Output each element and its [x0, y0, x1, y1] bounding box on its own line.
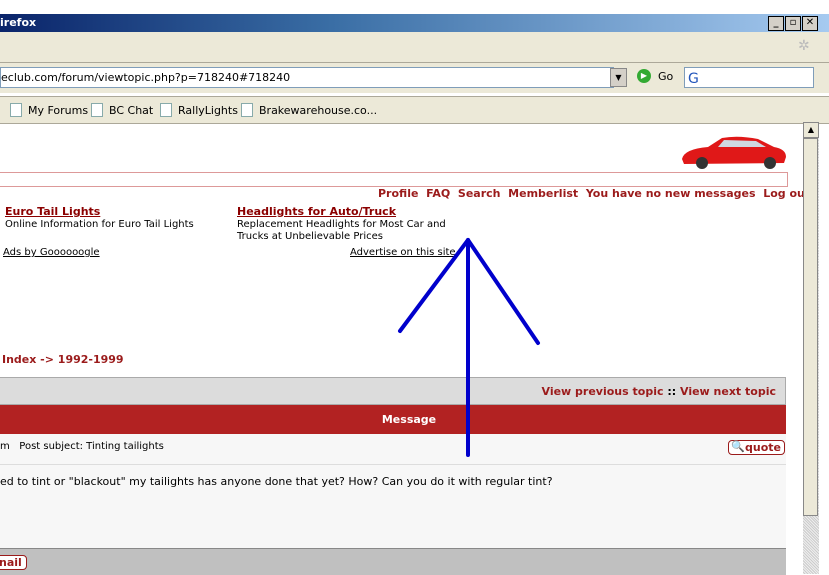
minimize-button[interactable]: _ — [768, 16, 784, 31]
breadcrumb[interactable]: Index -> 1992-1999 — [2, 353, 124, 366]
maximize-button[interactable]: ▫ — [785, 16, 801, 31]
advertise-link[interactable]: Advertise on this site — [350, 247, 456, 258]
go-button[interactable]: Go — [658, 70, 673, 83]
bookmark-item[interactable]: Brakewarehouse.co... — [241, 103, 377, 117]
url-dropdown-button[interactable]: ▼ — [610, 68, 627, 87]
page-icon — [91, 103, 103, 117]
post-meta-row: m Post subject: Tinting tailights 🔍 quote — [0, 434, 786, 465]
bookmark-item[interactable]: My Forums — [10, 103, 88, 117]
car-logo — [682, 136, 786, 169]
page-icon — [10, 103, 22, 117]
google-icon: G — [688, 71, 699, 87]
page-icon — [241, 103, 253, 117]
throbber-icon: ✲ — [798, 38, 810, 54]
ad-description: Online Information for Euro Tail Lights — [5, 219, 194, 230]
view-next-topic-link[interactable]: View next topic — [680, 385, 776, 398]
nav-messages[interactable]: You have no new messages — [586, 187, 756, 200]
email-button[interactable]: nail — [0, 555, 27, 570]
scrollbar-thumb[interactable] — [803, 138, 818, 516]
post-body: ed to tint or "blackout" my tailights ha… — [0, 465, 786, 548]
nav-memberlist[interactable]: Memberlist — [508, 187, 578, 200]
window-titlebar: irefox _ ▫ ✕ — [0, 14, 829, 32]
ads-by-link[interactable]: Ads by Goooooogle — [3, 247, 100, 258]
topic-nav-bar: View previous topic :: View next topic — [0, 377, 786, 405]
forum-nav: Profile FAQ Search Memberlist You have n… — [378, 187, 810, 200]
ad-title-link[interactable]: Euro Tail Lights — [5, 205, 100, 218]
bookmarks-toolbar: My Forums BC Chat RallyLights Brakewareh… — [0, 96, 829, 124]
view-previous-topic-link[interactable]: View previous topic — [542, 385, 664, 398]
close-button[interactable]: ✕ — [802, 16, 818, 31]
arrow-head-right — [466, 238, 540, 345]
bookmark-item[interactable]: BC Chat — [91, 103, 153, 117]
post-text: ed to tint or "blackout" my tailights ha… — [0, 475, 553, 488]
bookmark-item[interactable]: RallyLights — [160, 103, 238, 117]
go-icon[interactable]: ▶ — [637, 69, 651, 83]
url-input[interactable]: eclub.com/forum/viewtopic.php?p=718240#7… — [0, 67, 614, 88]
window-title: irefox — [0, 16, 37, 29]
search-input[interactable]: G — [684, 67, 814, 88]
ad-description: Replacement Headlights for Most Car and … — [237, 219, 446, 242]
scroll-up-button[interactable]: ▲ — [803, 122, 819, 138]
message-header: Message — [0, 405, 786, 434]
nav-profile[interactable]: Profile — [378, 187, 418, 200]
post-subject: m Post subject: Tinting tailights — [0, 441, 164, 452]
post-footer: nail — [0, 548, 786, 575]
quote-icon: 🔍 — [731, 440, 745, 453]
nav-faq[interactable]: FAQ — [426, 187, 450, 200]
header-bar — [0, 172, 788, 187]
navigation-toolbar: ✲ — [0, 32, 829, 63]
ad-title-link[interactable]: Headlights for Auto/Truck — [237, 205, 396, 218]
nav-search[interactable]: Search — [458, 187, 501, 200]
quote-button[interactable]: 🔍 quote — [728, 440, 785, 455]
page-icon — [160, 103, 172, 117]
